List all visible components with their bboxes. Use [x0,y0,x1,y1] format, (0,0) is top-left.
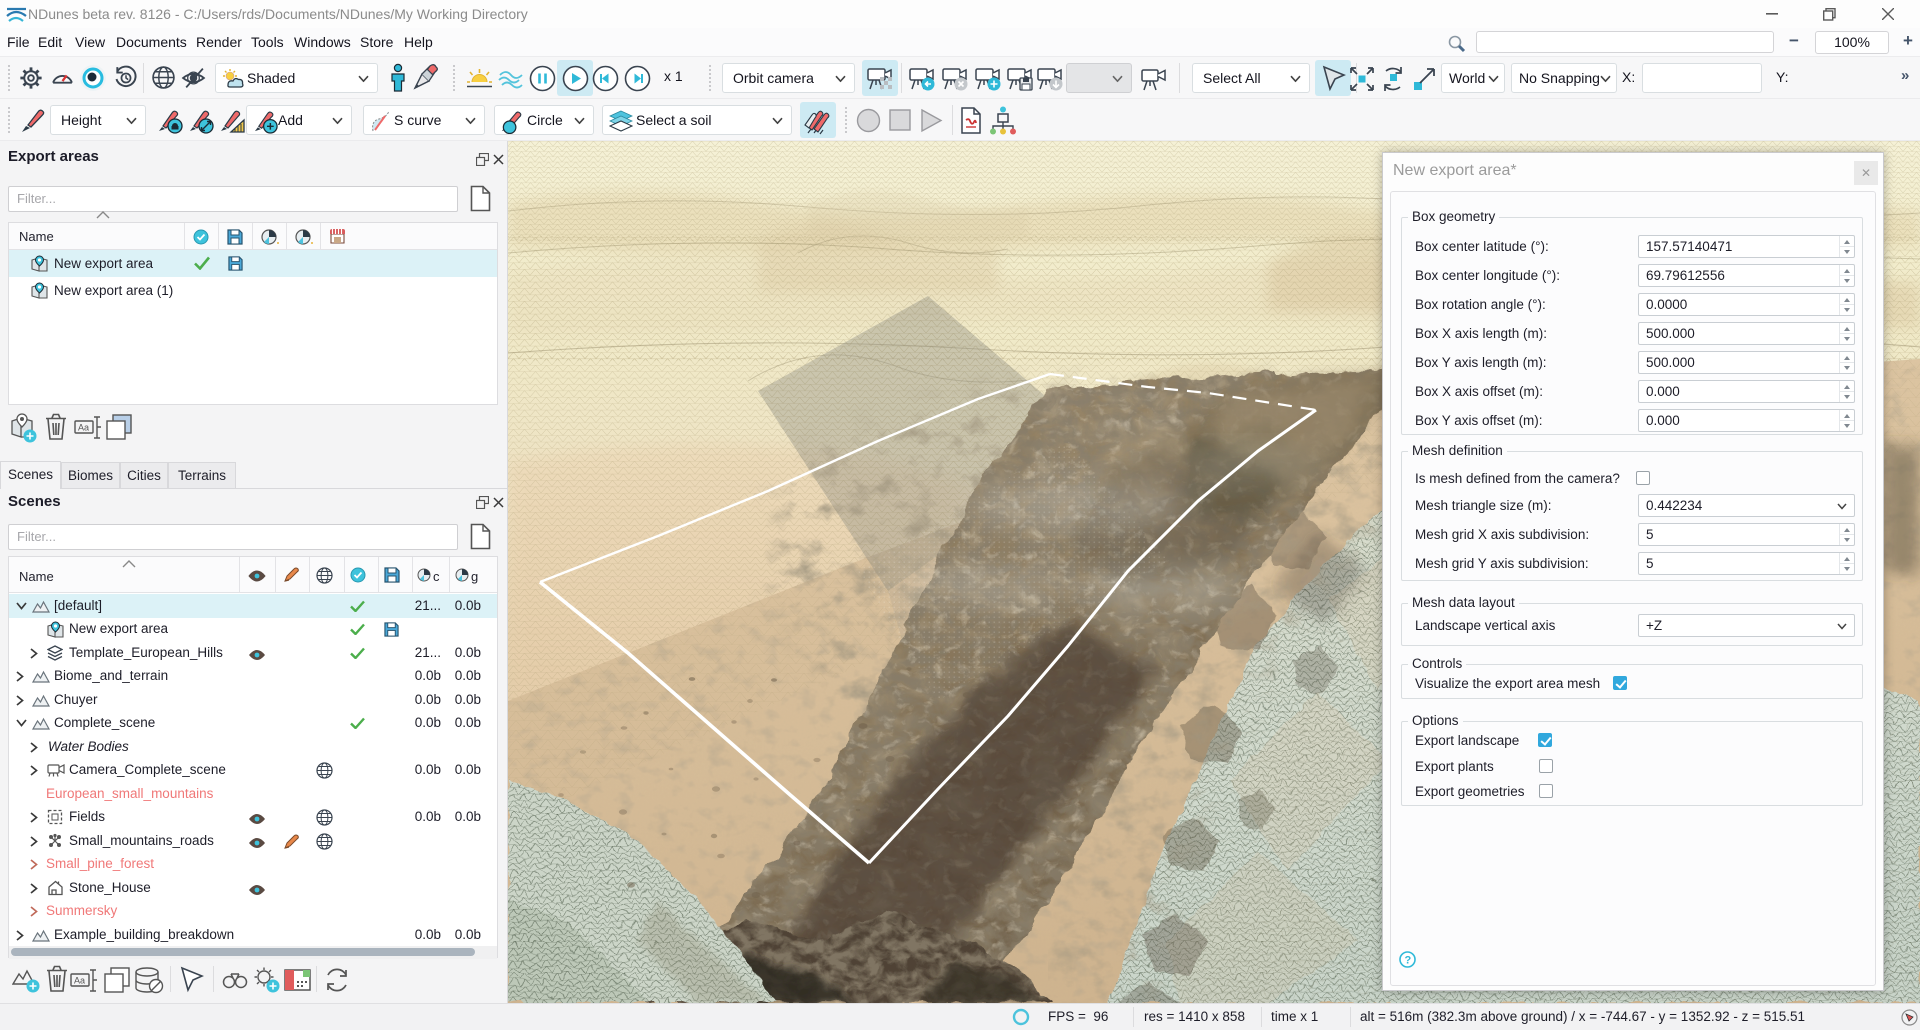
svg-text:Aa: Aa [78,423,89,433]
svg-text:?: ? [1405,955,1412,967]
svg-text:Aa: Aa [74,976,85,986]
